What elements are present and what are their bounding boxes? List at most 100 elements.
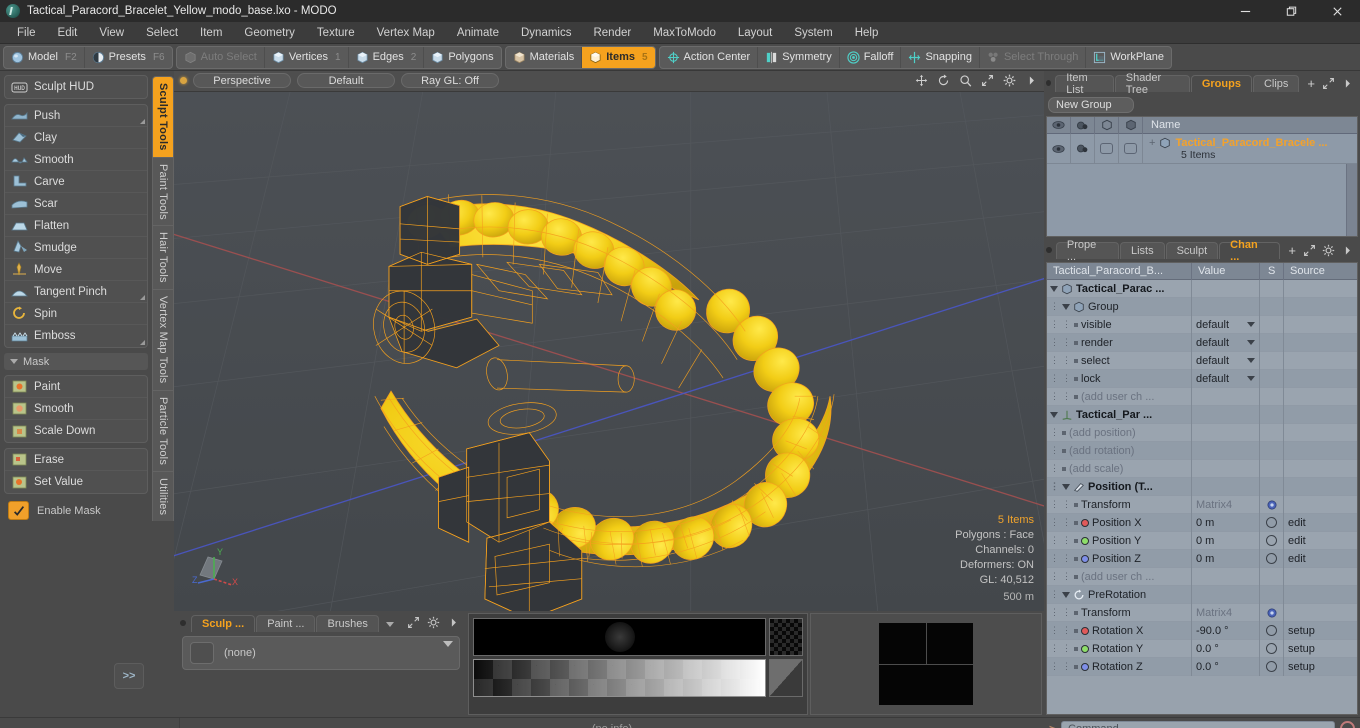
add-tab-button[interactable]: + (1281, 242, 1303, 259)
minimize-button[interactable] (1222, 0, 1268, 22)
group-expander[interactable]: + (1149, 137, 1155, 149)
vtab-hair-tools[interactable]: Hair Tools (152, 225, 174, 290)
channel-row[interactable]: ⋮ ⋮ Position X 0 m edit (1047, 513, 1357, 532)
channel-key-circle-icon[interactable] (1266, 643, 1277, 654)
channel-state-cell[interactable] (1260, 603, 1284, 622)
menu-maxtomodo[interactable]: MaxToModo (642, 22, 727, 44)
menu-texture[interactable]: Texture (306, 22, 366, 44)
mode-button-workplane[interactable]: WorkPlane (1086, 47, 1171, 68)
mask-tool-erase[interactable]: Erase (5, 449, 147, 471)
mode-button-edges[interactable]: Edges 2 (349, 46, 425, 68)
chevron-down-icon[interactable] (1050, 411, 1058, 418)
channel-value-cell[interactable]: default (1192, 369, 1260, 388)
mode-button-action-center[interactable]: Action Center (660, 46, 759, 68)
menu-layout[interactable]: Layout (727, 22, 784, 44)
brush-flatten[interactable]: Flatten (5, 215, 147, 237)
tab-brushes[interactable]: Brushes (316, 615, 379, 633)
tab-clips[interactable]: Clips (1252, 75, 1300, 92)
brush-move[interactable]: Move (5, 259, 147, 281)
channel-row[interactable]: ⋮ ⋮ lock default (1047, 369, 1357, 388)
channel-row[interactable]: ⋮ ⋮ (add user ch ... (1047, 567, 1357, 586)
brush-ramp-swatch[interactable] (769, 659, 803, 698)
mask-tool-set-value[interactable]: Set Value (5, 471, 147, 493)
viewport-view-mode[interactable]: Perspective (193, 73, 291, 89)
close-button[interactable] (1314, 0, 1360, 22)
channel-row[interactable]: ⋮ (add position) (1047, 423, 1357, 442)
brush-tangent-pinch[interactable]: Tangent Pinch (5, 281, 147, 303)
brush-falloff-preview[interactable] (473, 618, 766, 657)
brush-smooth[interactable]: Smooth (5, 149, 147, 171)
menu-system[interactable]: System (783, 22, 843, 44)
brush-thumbnail-panel[interactable] (810, 613, 1042, 715)
new-group-button[interactable]: New Group (1048, 97, 1134, 113)
menu-render[interactable]: Render (582, 22, 642, 44)
panel-menu-dot-icon[interactable] (1046, 80, 1052, 86)
mode-button-falloff[interactable]: Falloff (840, 46, 902, 68)
channel-state-cell[interactable] (1260, 657, 1284, 676)
chevron-down-icon[interactable] (1050, 285, 1058, 292)
mode-button-model[interactable]: Model F2 (4, 46, 85, 68)
channel-row[interactable]: ⋮ ⋮ Transform Matrix4 (1047, 495, 1357, 514)
chevron-down-icon[interactable] (1247, 322, 1255, 327)
bottom-panel-menu-dot-icon[interactable] (180, 620, 186, 627)
vtab-utilities[interactable]: Utilities (152, 470, 174, 521)
enable-mask-toggle[interactable]: Enable Mask (4, 499, 148, 522)
channel-state-cell[interactable] (1260, 621, 1284, 640)
brush-emboss[interactable]: Emboss (5, 325, 147, 347)
groups-tree-body[interactable] (1047, 164, 1357, 236)
brush-emboss-expand-corner[interactable] (140, 340, 145, 345)
brush-clay[interactable]: Clay (5, 127, 147, 149)
tab-paint[interactable]: Paint ... (256, 615, 316, 633)
group-visibility-toggle[interactable] (1047, 133, 1071, 164)
menu-animate[interactable]: Animate (446, 22, 510, 44)
channel-key-circle-icon[interactable] (1266, 553, 1277, 564)
panel-menu-dot-icon[interactable] (1046, 247, 1052, 253)
tab-channels[interactable]: Chan ... (1219, 239, 1281, 263)
channel-state-cell[interactable] (1260, 513, 1284, 532)
mask-tool-smooth[interactable]: Smooth (5, 398, 147, 420)
tab-lists[interactable]: Lists (1119, 242, 1165, 259)
panel-expand-button[interactable]: >> (114, 663, 144, 689)
channel-state-cell[interactable] (1260, 549, 1284, 568)
channel-state-cell[interactable] (1260, 639, 1284, 658)
channel-key-circle-icon[interactable] (1266, 661, 1277, 672)
channel-row[interactable]: ⋮ Group (1047, 297, 1357, 316)
vtab-particle-tools[interactable]: Particle Tools (152, 389, 174, 471)
cube-outline-icon[interactable] (1095, 116, 1119, 134)
channel-row[interactable]: Tactical_Par ... (1047, 405, 1357, 424)
group-lock-toggle[interactable] (1095, 133, 1119, 164)
brush-value-ramp[interactable] (473, 659, 766, 698)
chevron-down-icon[interactable] (1247, 376, 1255, 381)
mask-tool-scale-down[interactable]: Scale Down (5, 420, 147, 442)
channel-row[interactable]: Tactical_Parac ... (1047, 279, 1357, 298)
channel-row[interactable]: ⋮ ⋮ select default (1047, 351, 1357, 370)
channel-value-cell[interactable]: default (1192, 333, 1260, 352)
group-select-toggle[interactable] (1119, 133, 1143, 164)
channel-row[interactable]: ⋮ ⋮ Rotation Y 0.0 ° setup (1047, 639, 1357, 658)
eye-icon[interactable] (1047, 116, 1071, 134)
viewport-shading-mode[interactable]: Default (297, 73, 395, 89)
chevron-down-icon[interactable] (1062, 591, 1070, 598)
channel-row[interactable]: ⋮ PreRotation (1047, 585, 1357, 604)
mask-tool-paint[interactable]: Paint (5, 376, 147, 398)
channel-row[interactable]: ⋮ ⋮ Transform Matrix4 (1047, 603, 1357, 622)
mode-button-select-through[interactable]: Select Through (980, 46, 1087, 68)
mode-button-polygons[interactable]: Polygons (424, 47, 500, 68)
channel-row[interactable]: ⋮ ⋮ Position Z 0 m edit (1047, 549, 1357, 568)
tab-sculpt-props[interactable]: Sculpt (1165, 242, 1219, 259)
channel-value-cell[interactable]: default (1192, 351, 1260, 370)
channel-row[interactable]: ⋮ ⋮ visible default (1047, 315, 1357, 334)
tab-groups[interactable]: Groups (1190, 75, 1252, 92)
channel-value-cell[interactable]: default (1192, 315, 1260, 334)
channels-grid[interactable]: Tactical_Paracord_B... Value S Source Ta… (1046, 262, 1358, 715)
group-row[interactable]: + Tactical_Paracord_Bracele ... 5 Items (1047, 133, 1357, 164)
brush-smudge[interactable]: Smudge (5, 237, 147, 259)
maximize-button[interactable] (1268, 0, 1314, 22)
tab-overflow-chevron-icon[interactable] (385, 622, 394, 628)
channel-row[interactable]: ⋮ ⋮ render default (1047, 333, 1357, 352)
chevron-down-icon[interactable] (1062, 303, 1070, 310)
menu-geometry[interactable]: Geometry (233, 22, 306, 44)
render-icon[interactable] (1071, 116, 1095, 134)
group-render-toggle[interactable] (1071, 133, 1095, 164)
chevron-down-icon[interactable] (1062, 483, 1070, 490)
